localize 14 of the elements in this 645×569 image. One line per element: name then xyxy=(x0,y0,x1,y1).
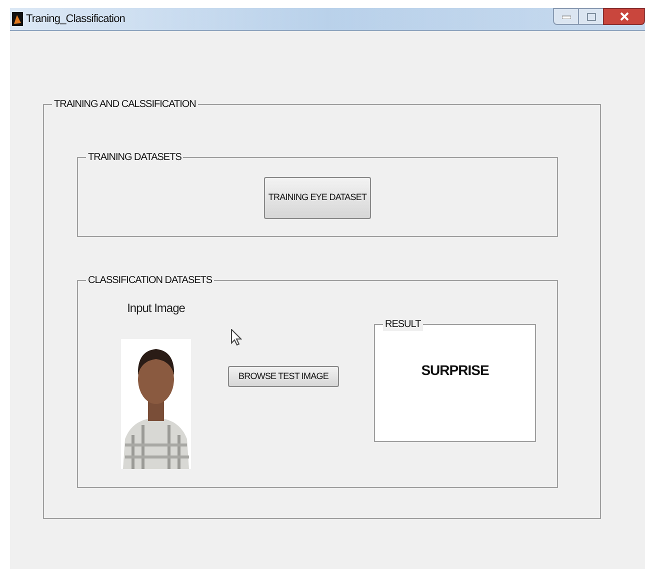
result-value: SURPRISE xyxy=(421,361,489,380)
app-logo-icon xyxy=(12,12,23,26)
training-button[interactable]: TRAINING EYE DATASET xyxy=(264,177,371,219)
minimize-button[interactable] xyxy=(553,8,579,25)
maximize-icon xyxy=(586,12,596,20)
minimize-icon xyxy=(562,14,570,18)
close-button[interactable] xyxy=(603,8,645,25)
input-image-label: Input Image xyxy=(127,300,185,317)
window-title: Traning_Classification xyxy=(26,12,126,27)
maximize-button[interactable] xyxy=(579,8,603,25)
panel-title: RESULT xyxy=(383,318,423,331)
browse-button[interactable]: BROWSE TEST IMAGE xyxy=(228,366,339,387)
close-icon xyxy=(620,12,628,21)
cursor-icon xyxy=(231,329,242,346)
